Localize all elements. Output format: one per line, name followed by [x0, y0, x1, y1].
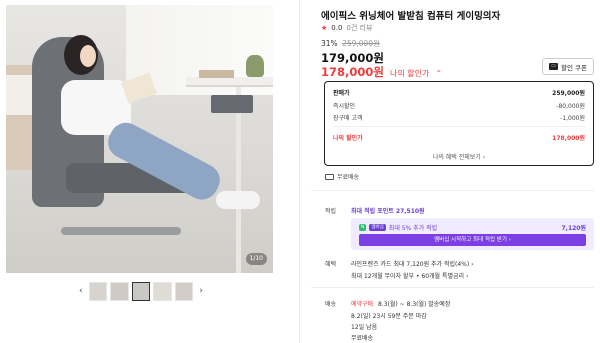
rating-row: ★ 0.0 0건 리뷰	[321, 23, 372, 33]
discount-rate: 31%	[321, 39, 338, 48]
photo-desk	[186, 77, 273, 87]
coupon-icon: ▭	[549, 63, 558, 70]
days-remaining: 12일 남음	[351, 324, 378, 331]
delivery-schedule: 예약구매 8.3(월) ~ 8.3(월) 발송예정	[351, 299, 450, 308]
divider	[333, 126, 585, 127]
preorder-tag: 예약구매	[351, 301, 374, 308]
breakdown-label: 장구매 고객	[333, 115, 363, 122]
product-page: 1/10 ‹ › 에이픽스 위닝체어 발받침 컴퓨터 게이밍의자 ★ 0.0 0…	[0, 0, 600, 343]
rating-value: 0.0	[331, 24, 343, 32]
shipping-note: 무료배송	[325, 172, 359, 181]
naver-badge: N	[359, 224, 367, 231]
thumbnail[interactable]	[153, 281, 172, 301]
divider	[311, 287, 594, 288]
original-price: 259,000원	[342, 39, 380, 48]
points-section-label: 적립	[325, 208, 337, 215]
my-price-value: 178,000원	[321, 65, 384, 79]
breakdown-total-row: 나의 할인가 178,000원	[333, 133, 585, 142]
delivery-fee: 무료배송	[351, 335, 374, 342]
chevron-down-icon: ⌃	[435, 69, 443, 78]
my-discount-price[interactable]: 178,000원 나의 할인가 ⌃	[321, 64, 442, 80]
breakdown-label: 판매가	[333, 90, 350, 97]
card-benefit-link[interactable]: 라인프렌즈 카드 최대 7,120원 추가 적립(4%) ›	[351, 259, 474, 268]
installment-benefit-link[interactable]: 최대 12개월 무이자 할부 • 60개월 특별금리 ›	[351, 271, 468, 280]
thumbnail-active[interactable]	[131, 281, 151, 301]
extra-points-text: 최대 5% 추가 적립	[388, 225, 438, 232]
breakdown-value: 259,000원	[552, 90, 585, 97]
breakdown-total-label: 나의 할인가	[333, 135, 363, 142]
breakdown-total-value: 178,000원	[552, 135, 585, 142]
divider	[311, 190, 594, 191]
photo-chair-base	[61, 227, 181, 235]
thumbnail[interactable]	[110, 281, 129, 301]
my-price-label: 나의 할인가	[389, 69, 430, 78]
max-points-link[interactable]: 최대 적립 포인트 27,510원	[351, 206, 425, 215]
star-icon: ★	[321, 24, 328, 32]
shipping-note-text: 무료배송	[337, 174, 360, 181]
breakdown-value: -1,000원	[560, 115, 585, 122]
photo-laptop	[211, 95, 253, 113]
truck-icon	[325, 173, 334, 180]
review-count-link[interactable]: 0건 리뷰	[346, 23, 372, 33]
benefit-section-label: 혜택	[325, 261, 337, 268]
product-title: 에이픽스 위닝체어 발받침 컴퓨터 게이밍의자	[321, 11, 501, 22]
thumbnail-prev-icon[interactable]: ‹	[76, 286, 86, 296]
photo-books	[199, 70, 234, 78]
thumbnail-next-icon[interactable]: ›	[196, 286, 206, 296]
membership-badge: 멤버십	[369, 224, 386, 231]
membership-cta-button[interactable]: 멤버십 시작하고 최대 적립 받기 ›	[359, 234, 586, 246]
product-main-image[interactable]: 1/10	[6, 5, 273, 273]
photo-person-face	[80, 45, 96, 67]
column-divider	[299, 0, 300, 343]
thumbnail[interactable]	[88, 281, 108, 301]
photo-desk-leg	[236, 87, 241, 273]
view-all-benefits-link[interactable]: 나의 혜택 전체보기 ›	[325, 152, 593, 161]
thumbnail[interactable]	[174, 281, 194, 301]
delivery-dates: 8.3(월) ~ 8.3(월) 발송예정	[378, 301, 451, 308]
extra-points-line: N 멤버십 최대 5% 추가 적립	[359, 223, 437, 232]
order-deadline: 8.2(일) 23시 59분 주문 마감	[351, 313, 427, 320]
breakdown-row: 판매가 259,000원	[333, 88, 585, 97]
delivery-section-label: 배송	[325, 301, 337, 308]
thumbnail-strip: ‹ ›	[76, 281, 206, 301]
coupon-button[interactable]: ▭ 할인 쿠폰	[542, 58, 594, 75]
breakdown-value: -80,000원	[556, 103, 585, 110]
image-counter: 1/10	[245, 253, 267, 265]
coupon-button-label: 할인 쿠폰	[561, 63, 587, 72]
breakdown-row: 장구매 고객 -1,000원	[333, 113, 585, 122]
discount-row: 31% 259,000원	[321, 38, 380, 49]
photo-plant	[246, 55, 264, 77]
photo-person-feet	[216, 191, 260, 209]
breakdown-row: 즉시할인 -80,000원	[333, 101, 585, 110]
membership-points-box: N 멤버십 최대 5% 추가 적립 7,120원 멤버십 시작하고 최대 적립 …	[351, 218, 594, 250]
breakdown-label: 즉시할인	[333, 103, 356, 110]
extra-points-value: 7,120원	[561, 225, 587, 232]
price-breakdown-box: 판매가 259,000원 즉시할인 -80,000원 장구매 고객 -1,000…	[324, 81, 594, 166]
